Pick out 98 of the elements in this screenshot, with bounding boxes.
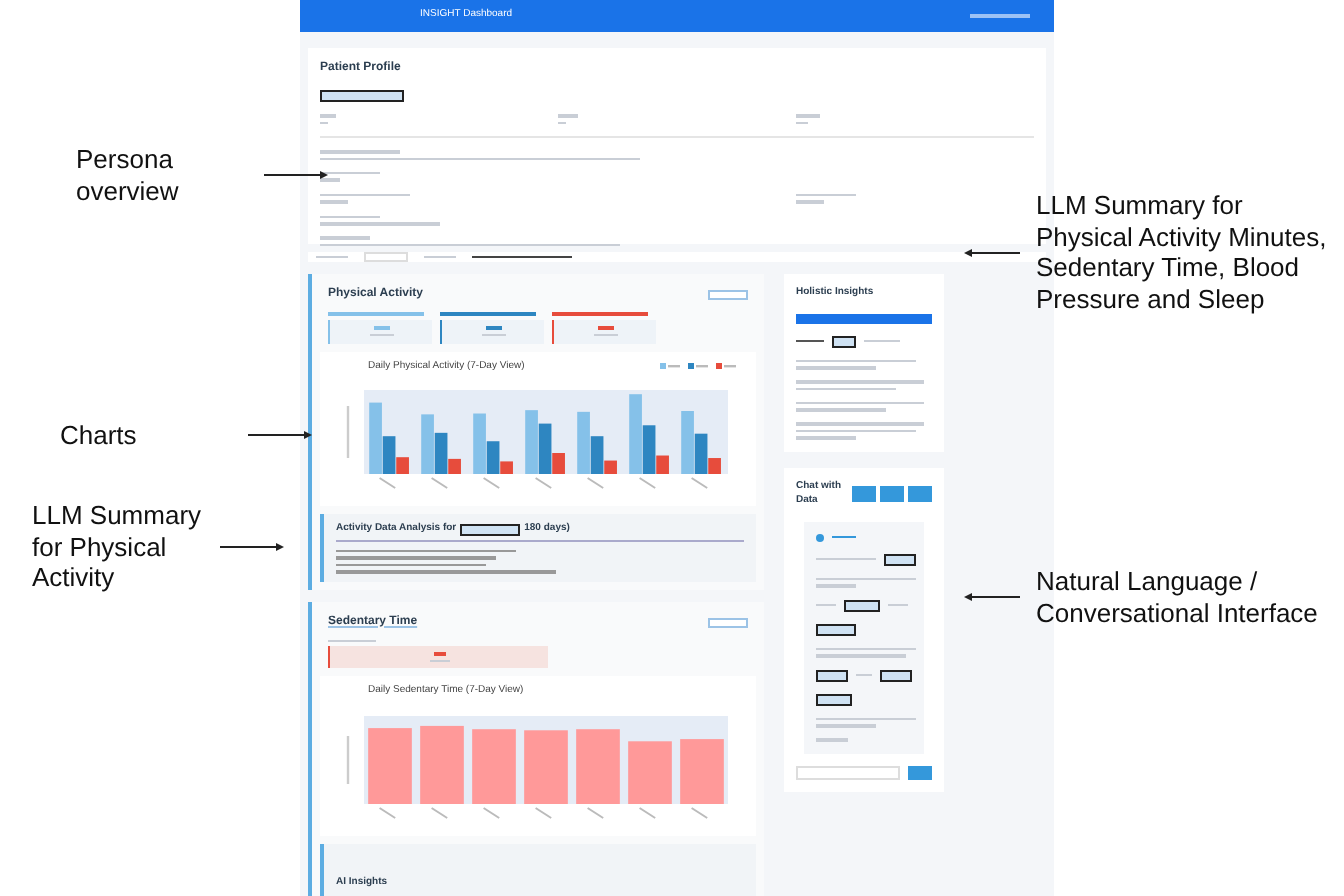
chat-action-button[interactable] — [852, 486, 876, 502]
redaction-box — [884, 553, 916, 565]
annotation-label: Charts — [60, 420, 139, 452]
redaction-box — [844, 599, 880, 611]
redaction-box — [320, 90, 404, 102]
bar — [628, 740, 672, 803]
bar — [420, 724, 464, 803]
illegible-text-line — [316, 255, 348, 259]
illegible-text-line — [320, 215, 380, 218]
illegible-text-line — [816, 577, 916, 580]
chat-action-button[interactable] — [880, 486, 904, 502]
illegible-text-line — [816, 717, 916, 720]
illegible-text-line — [832, 535, 856, 539]
illegible-text-line — [320, 222, 440, 225]
bar — [368, 727, 412, 803]
illegible-axis-label — [378, 477, 397, 489]
illegible-text-line — [320, 200, 348, 203]
redaction-box — [460, 523, 521, 536]
illegible-text-line — [320, 193, 410, 196]
redaction-box — [816, 669, 848, 681]
illegible-axis-label — [482, 477, 501, 489]
bar — [576, 728, 620, 803]
bar — [680, 738, 724, 803]
illegible-text-line — [424, 255, 456, 259]
interventions-button[interactable] — [708, 617, 748, 627]
date-field[interactable] — [364, 252, 408, 262]
bar — [524, 729, 568, 803]
illegible-axis-label — [586, 477, 605, 489]
arrow-icon — [264, 170, 328, 181]
illegible-text-line — [816, 738, 848, 741]
illegible-text-line — [440, 312, 536, 315]
illegible-text-line — [796, 380, 924, 383]
redaction-box — [880, 669, 912, 681]
illegible-axis-label — [638, 477, 657, 489]
illegible-text-line — [320, 171, 380, 174]
illegible-text-line — [796, 422, 924, 425]
illegible-axis-label — [586, 806, 605, 818]
illegible-axis-label — [430, 806, 449, 818]
illegible-axis-label — [430, 477, 449, 489]
illegible-text-line — [552, 312, 648, 315]
illegible-text-line — [429, 659, 449, 662]
annotation-label: LLM Summary for Physical Activity — [32, 500, 204, 594]
illegible-axis-title — [346, 735, 350, 783]
illegible-text-line — [796, 408, 886, 411]
illegible-text-line — [320, 236, 370, 239]
illegible-text-line — [328, 639, 376, 642]
chart-legend-drawing — [660, 362, 740, 371]
annotation-label: Persona overview — [76, 144, 181, 207]
illegible-axis-label — [534, 477, 553, 489]
illegible-text-line — [816, 584, 856, 587]
illegible-text-line — [472, 255, 572, 259]
illegible-text-line — [481, 333, 505, 336]
annotation-label: Natural Language / Conversational Interface — [1036, 566, 1320, 629]
redaction-box — [832, 335, 856, 347]
illegible-text-line — [796, 429, 916, 432]
illegible-text-line — [864, 339, 900, 343]
illegible-text-line — [796, 114, 820, 117]
redaction-box — [816, 693, 852, 705]
bar — [472, 728, 516, 803]
send-button[interactable] — [908, 765, 932, 779]
illegible-axis-label — [690, 477, 709, 489]
arrow-icon — [964, 247, 1020, 258]
illegible-text-line — [796, 339, 824, 343]
refresh-summary-button[interactable] — [796, 313, 932, 323]
illegible-axis-label — [378, 806, 397, 818]
illegible-text-line — [816, 557, 876, 561]
illegible-axis-label — [482, 806, 501, 818]
illegible-text-line — [593, 333, 617, 336]
illegible-text-line — [796, 366, 876, 369]
interventions-button[interactable] — [708, 290, 748, 300]
illegible-text-line — [796, 387, 896, 390]
arrow-icon — [248, 430, 312, 441]
illegible-text-line — [816, 603, 836, 607]
illegible-text-line — [796, 200, 824, 203]
illegible-text-line — [558, 114, 578, 117]
illegible-text-line — [816, 724, 876, 727]
illegible-text-line — [320, 178, 340, 181]
arrow-icon — [964, 592, 1020, 603]
illegible-text-line — [796, 359, 916, 362]
annotation-label: LLM Summary for Physical Activity Minutes, Sedentary Time, Blood Pressure and Sleep — [1036, 190, 1329, 315]
illegible-text-line — [369, 333, 393, 336]
illegible-text-line — [816, 654, 906, 657]
illegible-text-line — [796, 193, 856, 196]
illegible-axis-title — [346, 406, 350, 458]
illegible-text-line — [888, 603, 908, 607]
illegible-text-line — [796, 401, 924, 404]
illegible-text-line — [320, 150, 400, 153]
illegible-text-line — [796, 436, 856, 439]
redaction-box — [816, 623, 856, 635]
arrow-icon — [220, 541, 284, 552]
illegible-axis-label — [638, 806, 657, 818]
chat-action-button[interactable] — [908, 486, 932, 502]
illegible-text-line — [816, 647, 916, 650]
illegible-text-line — [328, 312, 424, 315]
chat-input[interactable] — [796, 765, 900, 779]
illegible-axis-label — [690, 806, 709, 818]
illegible-axis-label — [534, 806, 553, 818]
illegible-text-line — [970, 14, 1030, 18]
